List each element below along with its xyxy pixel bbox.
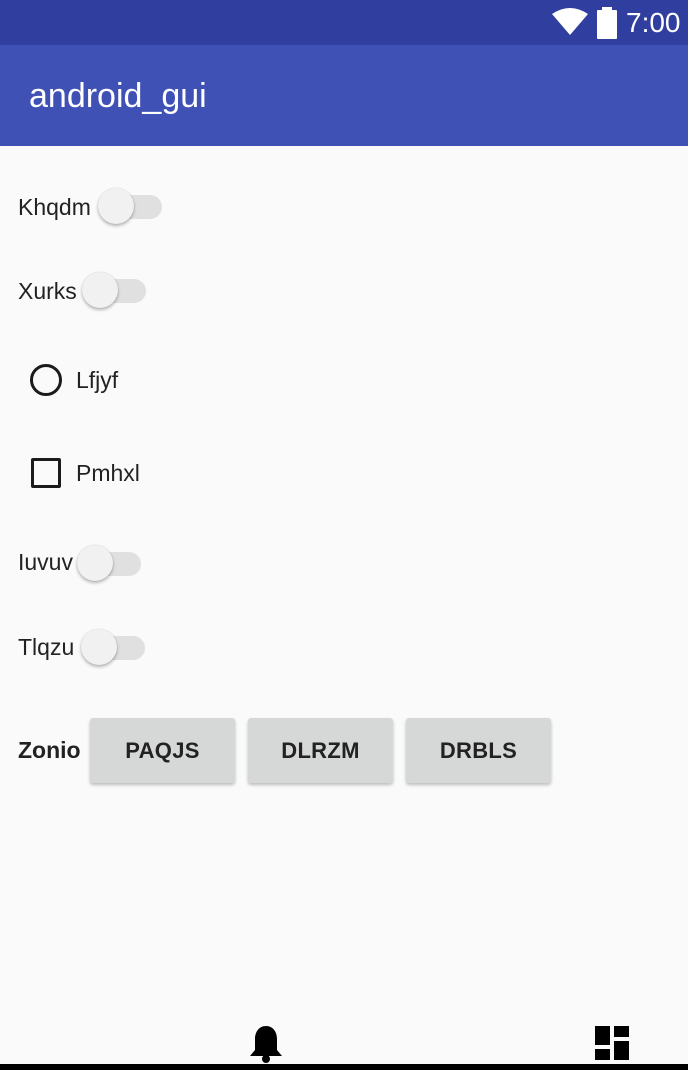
switch-iuvuv-label: Iuvuv [18, 549, 73, 575]
radio-lfjyf-label[interactable]: Lfjyf [76, 366, 118, 394]
switch-khqdm-label: Khqdm [18, 194, 91, 220]
switch-xurks-label: Xurks [18, 278, 77, 304]
switch-xurks[interactable] [82, 272, 148, 308]
checkbox-pmhxl-label[interactable]: Pmhxl [76, 459, 140, 487]
switch-thumb [82, 272, 118, 308]
status-time: 7:00 [626, 7, 681, 38]
switch-thumb [81, 629, 117, 665]
drbls-button[interactable]: DRBLS [406, 718, 551, 783]
radio-lfjyf[interactable] [30, 364, 62, 396]
screen: 7:00 android_gui Khqdm Xurks Lfjyf Pmhxl… [0, 0, 688, 1070]
dlrzm-button[interactable]: DLRZM [248, 718, 393, 783]
switch-thumb [98, 188, 134, 224]
app-bar: android_gui [0, 45, 688, 146]
switch-khqdm[interactable] [98, 188, 164, 224]
checkbox-pmhxl[interactable] [31, 458, 61, 488]
bell-icon[interactable] [249, 1024, 283, 1064]
switch-tlqzu[interactable] [81, 629, 147, 665]
switch-tlqzu-label: Tlqzu [18, 634, 75, 660]
app-title: android_gui [29, 77, 207, 115]
switch-iuvuv[interactable] [77, 545, 143, 581]
battery-icon [597, 7, 617, 39]
navigation-bar [0, 1064, 688, 1070]
wifi-icon [552, 8, 588, 35]
switch-thumb [77, 545, 113, 581]
button-group-label: Zonio [18, 737, 81, 763]
dashboard-icon[interactable] [595, 1026, 629, 1060]
paqjs-button[interactable]: PAQJS [90, 718, 235, 783]
status-bar: 7:00 [0, 0, 688, 45]
